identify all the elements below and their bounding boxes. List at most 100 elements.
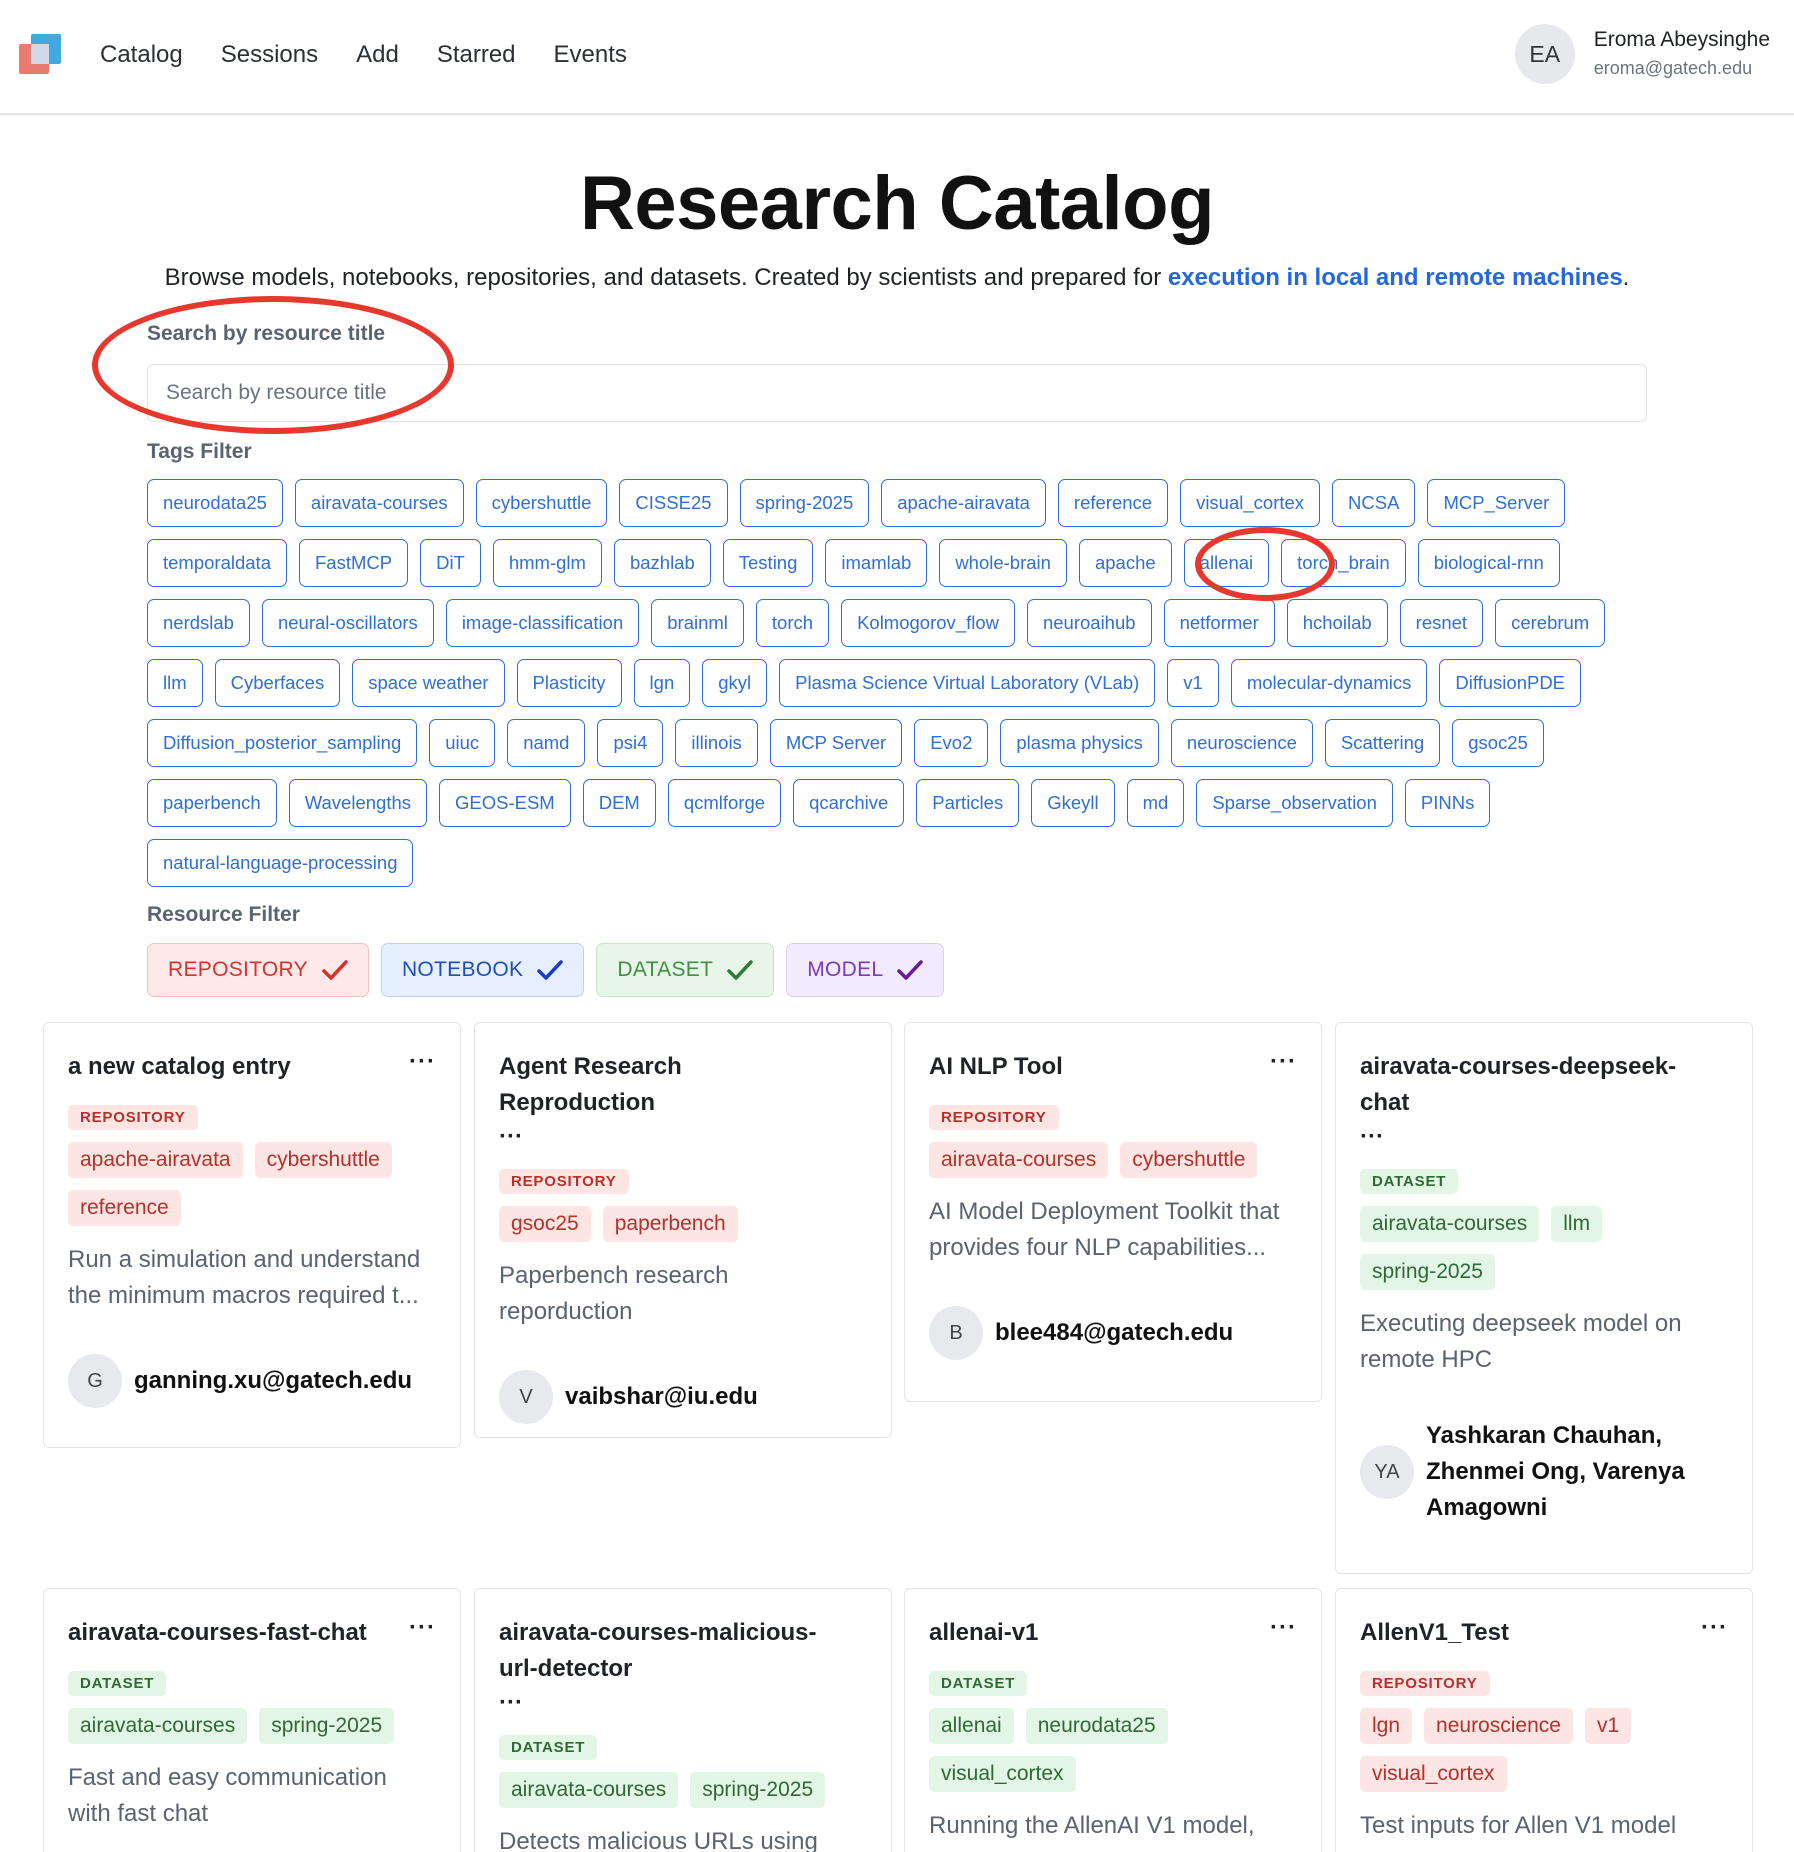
- tag-chip[interactable]: apache-airavata: [881, 479, 1046, 527]
- tag-chip[interactable]: Wavelengths: [288, 779, 427, 827]
- tag-chip[interactable]: neural-oscillators: [261, 599, 434, 647]
- card-tag[interactable]: paperbench: [602, 1206, 738, 1242]
- tag-chip[interactable]: illinois: [675, 719, 758, 767]
- tag-chip[interactable]: lgn: [633, 659, 691, 707]
- tag-chip[interactable]: MCP_Server: [1427, 479, 1566, 527]
- card-tag[interactable]: gsoc25: [499, 1206, 591, 1242]
- tag-chip[interactable]: airavata-courses: [294, 479, 464, 527]
- tag-chip[interactable]: DEM: [582, 779, 656, 827]
- tag-chip[interactable]: netformer: [1163, 599, 1275, 647]
- tag-chip[interactable]: PINNs: [1404, 779, 1491, 827]
- tag-chip[interactable]: Scattering: [1324, 719, 1441, 767]
- execution-link[interactable]: execution in local and remote machines: [1168, 264, 1623, 291]
- tag-chip[interactable]: v1: [1167, 659, 1219, 707]
- tag-chip[interactable]: qcmlforge: [667, 779, 782, 827]
- card-tag[interactable]: visual_cortex: [929, 1756, 1076, 1792]
- filter-notebook-button[interactable]: NOTEBOOK: [380, 943, 585, 997]
- card-tag[interactable]: neurodata25: [1025, 1708, 1168, 1744]
- tag-chip[interactable]: apache: [1078, 539, 1172, 587]
- search-input[interactable]: [147, 364, 1647, 422]
- card-tag[interactable]: airavata-courses: [1360, 1206, 1540, 1242]
- tag-chip[interactable]: hchoilab: [1286, 599, 1388, 647]
- catalog-card[interactable]: a new catalog entry ··· REPOSITORY apache-a…: [43, 1022, 461, 1448]
- card-tag[interactable]: v1: [1584, 1708, 1632, 1744]
- catalog-card[interactable]: airavata-courses-malicious-url-detector ·…: [474, 1588, 892, 1852]
- tag-chip[interactable]: Evo2: [914, 719, 989, 767]
- tag-chip[interactable]: cybershuttle: [475, 479, 608, 527]
- tag-chip[interactable]: FastMCP: [298, 539, 409, 587]
- tag-chip[interactable]: Plasma Science Virtual Laboratory (VLab): [779, 659, 1156, 707]
- tag-chip[interactable]: visual_cortex: [1180, 479, 1321, 527]
- tag-chip[interactable]: MCP Server: [769, 719, 903, 767]
- tag-chip[interactable]: Particles: [916, 779, 1020, 827]
- tag-chip[interactable]: brainml: [651, 599, 744, 647]
- tag-chip[interactable]: biological-rnn: [1417, 539, 1560, 587]
- tag-chip[interactable]: DiffusionPDE: [1439, 659, 1582, 707]
- card-title[interactable]: Agent Research Reproduction: [499, 1049, 844, 1121]
- tag-chip[interactable]: resnet: [1399, 599, 1484, 647]
- card-tag[interactable]: apache-airavata: [68, 1142, 243, 1178]
- card-title[interactable]: airavata-courses-malicious-url-detector: [499, 1615, 844, 1687]
- nav-starred[interactable]: Starred: [437, 38, 516, 72]
- catalog-card[interactable]: AI NLP Tool ··· REPOSITORY airavata-courses…: [904, 1022, 1322, 1402]
- more-options-icon[interactable]: ···: [409, 1049, 436, 1075]
- card-tag[interactable]: llm: [1551, 1206, 1603, 1242]
- tag-chip[interactable]: GEOS-ESM: [439, 779, 571, 827]
- tag-chip[interactable]: cerebrum: [1495, 599, 1606, 647]
- tag-chip[interactable]: neurodata25: [147, 479, 283, 527]
- tag-chip[interactable]: gsoc25: [1452, 719, 1544, 767]
- tag-chip[interactable]: paperbench: [147, 779, 277, 827]
- nav-catalog[interactable]: Catalog: [100, 38, 183, 72]
- tag-chip[interactable]: imamlab: [825, 539, 928, 587]
- card-tag[interactable]: airavata-courses: [68, 1708, 248, 1744]
- tag-chip[interactable]: allenai: [1183, 539, 1270, 587]
- tag-chip[interactable]: whole-brain: [939, 539, 1067, 587]
- card-tag[interactable]: cybershuttle: [254, 1142, 392, 1178]
- card-title[interactable]: a new catalog entry: [68, 1049, 291, 1085]
- card-tag[interactable]: allenai: [929, 1708, 1014, 1744]
- card-tag[interactable]: spring-2025: [1360, 1254, 1495, 1290]
- catalog-card[interactable]: AllenV1_Test ··· REPOSITORY lgn neuroscience…: [1335, 1588, 1753, 1852]
- card-title[interactable]: AI NLP Tool: [929, 1049, 1063, 1085]
- card-title[interactable]: allenai-v1: [929, 1615, 1038, 1651]
- tag-chip[interactable]: torch_brain: [1281, 539, 1406, 587]
- tag-chip[interactable]: Gkeyll: [1031, 779, 1115, 827]
- tag-chip[interactable]: neuroscience: [1170, 719, 1313, 767]
- card-tag[interactable]: spring-2025: [690, 1772, 826, 1808]
- tag-chip[interactable]: qcarchive: [793, 779, 905, 827]
- filter-dataset-button[interactable]: DATASET: [596, 943, 775, 997]
- tag-chip[interactable]: hmm-glm: [492, 539, 602, 587]
- catalog-card[interactable]: allenai-v1 ··· DATASET allenai neurodata25 vi…: [904, 1588, 1322, 1852]
- tag-chip[interactable]: md: [1126, 779, 1185, 827]
- card-title[interactable]: AllenV1_Test: [1360, 1615, 1509, 1651]
- tag-chip[interactable]: bazhlab: [613, 539, 711, 587]
- tag-chip[interactable]: torch: [755, 599, 830, 647]
- more-options-icon[interactable]: ···: [1270, 1615, 1297, 1641]
- catalog-card[interactable]: airavata-courses-deepseek-chat ··· DATASET…: [1335, 1022, 1753, 1574]
- tag-chip[interactable]: image-classification: [445, 599, 640, 647]
- tag-chip[interactable]: natural-language-processing: [147, 839, 414, 887]
- nav-sessions[interactable]: Sessions: [221, 38, 318, 72]
- tag-chip[interactable]: plasma physics: [1000, 719, 1159, 767]
- tag-chip[interactable]: Kolmogorov_flow: [841, 599, 1015, 647]
- tag-chip[interactable]: uiuc: [429, 719, 496, 767]
- tag-chip[interactable]: nerdslab: [147, 599, 250, 647]
- tag-chip[interactable]: DiT: [420, 539, 481, 587]
- more-options-icon[interactable]: ···: [1701, 1615, 1728, 1641]
- card-tag[interactable]: airavata-courses: [929, 1142, 1109, 1178]
- card-tag[interactable]: airavata-courses: [499, 1772, 679, 1808]
- nav-events[interactable]: Events: [554, 38, 627, 72]
- nav-add[interactable]: Add: [356, 38, 399, 72]
- card-tag[interactable]: visual_cortex: [1360, 1756, 1507, 1792]
- tag-chip[interactable]: neuroaihub: [1026, 599, 1152, 647]
- card-tag[interactable]: cybershuttle: [1120, 1142, 1258, 1178]
- tag-chip[interactable]: NCSA: [1332, 479, 1416, 527]
- avatar[interactable]: EA: [1514, 24, 1575, 84]
- tag-chip[interactable]: reference: [1057, 479, 1169, 527]
- card-tag[interactable]: spring-2025: [259, 1708, 395, 1744]
- app-logo[interactable]: [19, 34, 63, 76]
- card-tag[interactable]: lgn: [1360, 1708, 1413, 1744]
- user-menu[interactable]: EA Eroma Abeysinghe eroma@gatech.edu: [1514, 24, 1770, 84]
- tag-chip[interactable]: gkyl: [702, 659, 768, 707]
- filter-model-button[interactable]: MODEL: [786, 943, 945, 997]
